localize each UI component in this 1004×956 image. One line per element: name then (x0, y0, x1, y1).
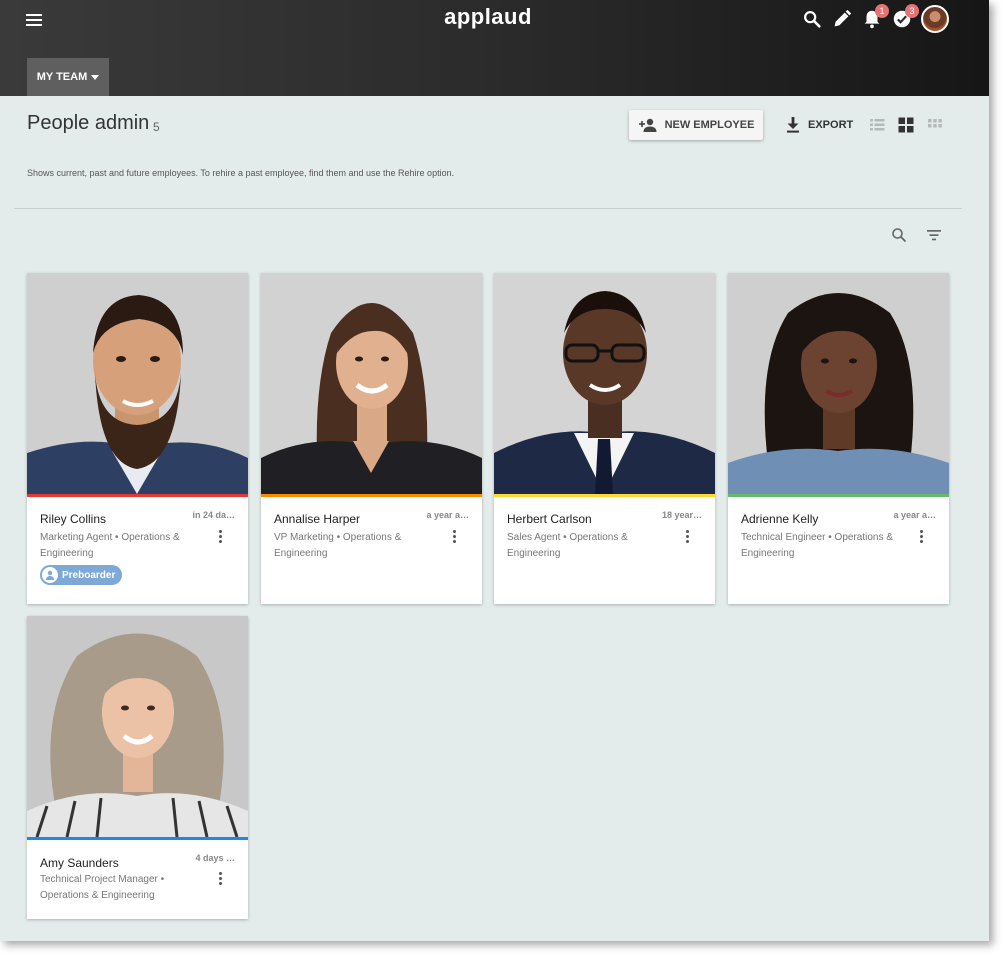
edit-icon[interactable] (831, 8, 853, 30)
small-grid-view-icon[interactable] (926, 116, 944, 134)
employee-name[interactable]: Annalise Harper (274, 512, 360, 526)
employee-name[interactable]: Riley Collins (40, 512, 106, 526)
user-avatar[interactable] (921, 5, 949, 33)
list-view-icon[interactable] (868, 116, 886, 134)
filter-icon[interactable] (925, 226, 943, 244)
search-icon[interactable] (890, 226, 908, 244)
employee-name[interactable]: Amy Saunders (40, 856, 119, 870)
page-title: People admin (27, 112, 150, 134)
notifications-button[interactable]: 1 (861, 4, 889, 30)
employee-photo (27, 273, 248, 494)
status-bar (27, 837, 248, 840)
more-vert-icon[interactable] (214, 871, 226, 887)
tasks-button[interactable]: 3 (891, 4, 919, 30)
status-bar (728, 494, 949, 497)
employee-photo (261, 273, 482, 494)
employee-start-date: a year a… (426, 510, 469, 520)
employee-card[interactable]: Adrienne Kelly a year a… Technical Engin… (728, 273, 949, 604)
notifications-badge: 1 (875, 4, 889, 18)
employee-photo (728, 273, 949, 494)
person-icon (42, 567, 58, 583)
employee-name[interactable]: Herbert Carlson (507, 512, 592, 526)
employee-card[interactable]: Herbert Carlson 18 year… Sales Agent • O… (494, 273, 715, 604)
status-bar (494, 494, 715, 497)
status-bar (27, 494, 248, 497)
export-label: EXPORT (808, 119, 854, 131)
tasks-badge: 3 (905, 4, 919, 18)
status-bar (261, 494, 482, 497)
employee-card[interactable]: Riley Collins in 24 da… Marketing Agent … (27, 273, 248, 604)
search-icon[interactable] (801, 8, 823, 30)
more-vert-icon[interactable] (448, 529, 460, 545)
app-window: applaud 1 3 MY TEAM People admin 5 NEW E… (0, 0, 989, 941)
top-app-bar: applaud 1 3 MY TEAM (0, 0, 989, 96)
top-actions: 1 3 (801, 4, 949, 34)
employee-role: Sales Agent • Operations & Engineering (507, 532, 628, 559)
preboarder-label: Preboarder (62, 569, 116, 581)
my-team-dropdown[interactable]: MY TEAM (27, 58, 109, 96)
grid-view-icon[interactable] (897, 116, 915, 134)
page-description: Shows current, past and future employees… (27, 168, 455, 178)
employee-photo (494, 273, 715, 494)
employee-role: Marketing Agent • Operations & Engineeri… (40, 532, 180, 559)
more-vert-icon[interactable] (681, 529, 693, 545)
more-vert-icon[interactable] (915, 529, 927, 545)
preboarder-badge: Preboarder (40, 565, 122, 585)
employee-start-date: 4 days … (195, 853, 235, 863)
my-team-label: MY TEAM (36, 71, 88, 83)
employee-role: Technical Project Manager • Operations &… (40, 874, 165, 901)
employee-start-date: a year a… (893, 510, 936, 520)
employee-photo (27, 616, 248, 837)
employee-card[interactable]: Amy Saunders 4 days … Technical Project … (27, 616, 248, 919)
add-person-icon (638, 118, 657, 132)
employee-card[interactable]: Annalise Harper a year a… VP Marketing •… (261, 273, 482, 604)
more-vert-icon[interactable] (214, 529, 226, 545)
employee-role: VP Marketing • Operations & Engineering (274, 532, 402, 559)
export-button[interactable]: EXPORT (780, 110, 854, 140)
employee-start-date: in 24 da… (192, 510, 235, 520)
employee-start-date: 18 year… (661, 510, 702, 520)
divider (14, 208, 962, 209)
new-employee-label: NEW EMPLOYEE (664, 119, 755, 131)
caret-down-icon (91, 74, 100, 80)
employee-count: 5 (153, 120, 160, 134)
new-employee-button[interactable]: NEW EMPLOYEE (629, 110, 763, 140)
employee-name[interactable]: Adrienne Kelly (741, 512, 818, 526)
employee-role: Technical Engineer • Operations & Engine… (741, 532, 893, 559)
download-icon (787, 117, 799, 133)
